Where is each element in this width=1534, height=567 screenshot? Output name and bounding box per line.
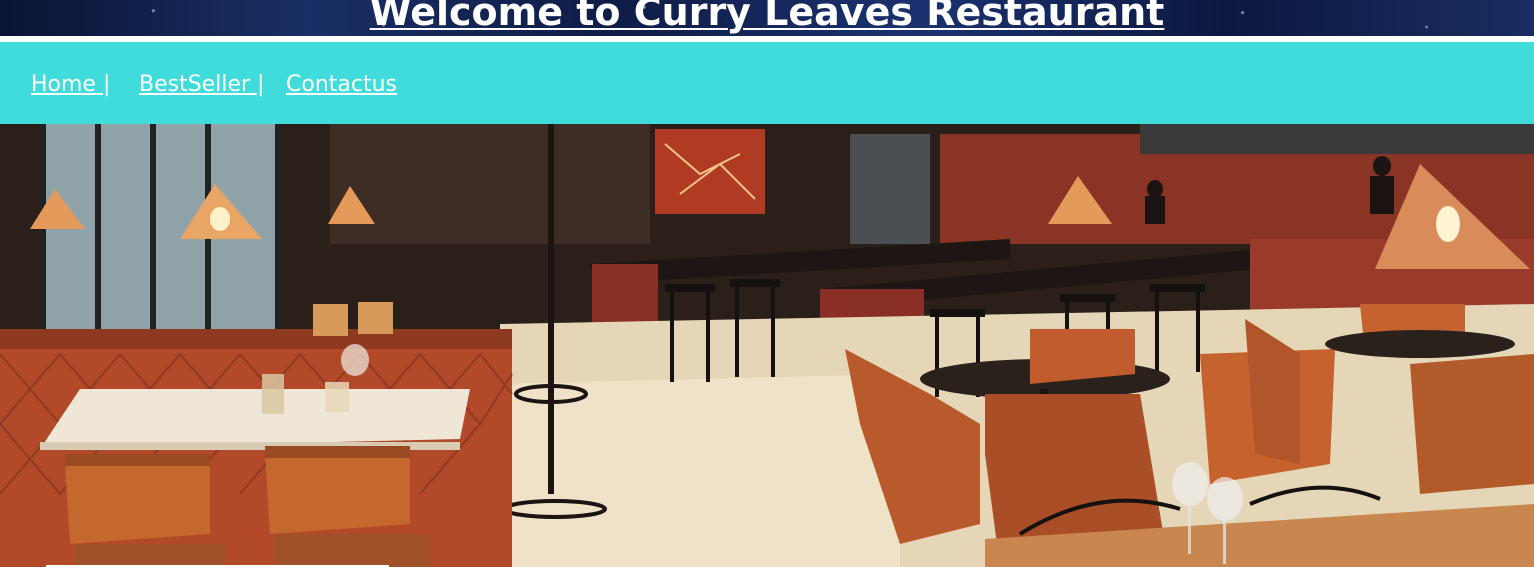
hero-image <box>0 124 1534 567</box>
nav-item-contactus: Contactus <box>286 72 397 97</box>
site-title: Welcome to Curry Leaves Restaurant <box>369 0 1165 34</box>
nav-link-bestseller[interactable]: BestSeller <box>139 72 257 97</box>
nav-separator: | <box>102 72 111 97</box>
nav-link-contactus[interactable]: Contactus <box>286 72 397 97</box>
restaurant-interior-photo <box>0 124 1534 567</box>
header-banner: Welcome to Curry Leaves Restaurant <box>0 0 1534 36</box>
nav-link-home[interactable]: Home <box>31 72 103 97</box>
nav-item-home: Home | <box>31 72 110 97</box>
nav-separator: | <box>257 72 265 97</box>
nav-bar: Home | BestSeller | Contactus <box>0 42 1534 124</box>
nav-item-bestseller: BestSeller | <box>139 72 264 97</box>
